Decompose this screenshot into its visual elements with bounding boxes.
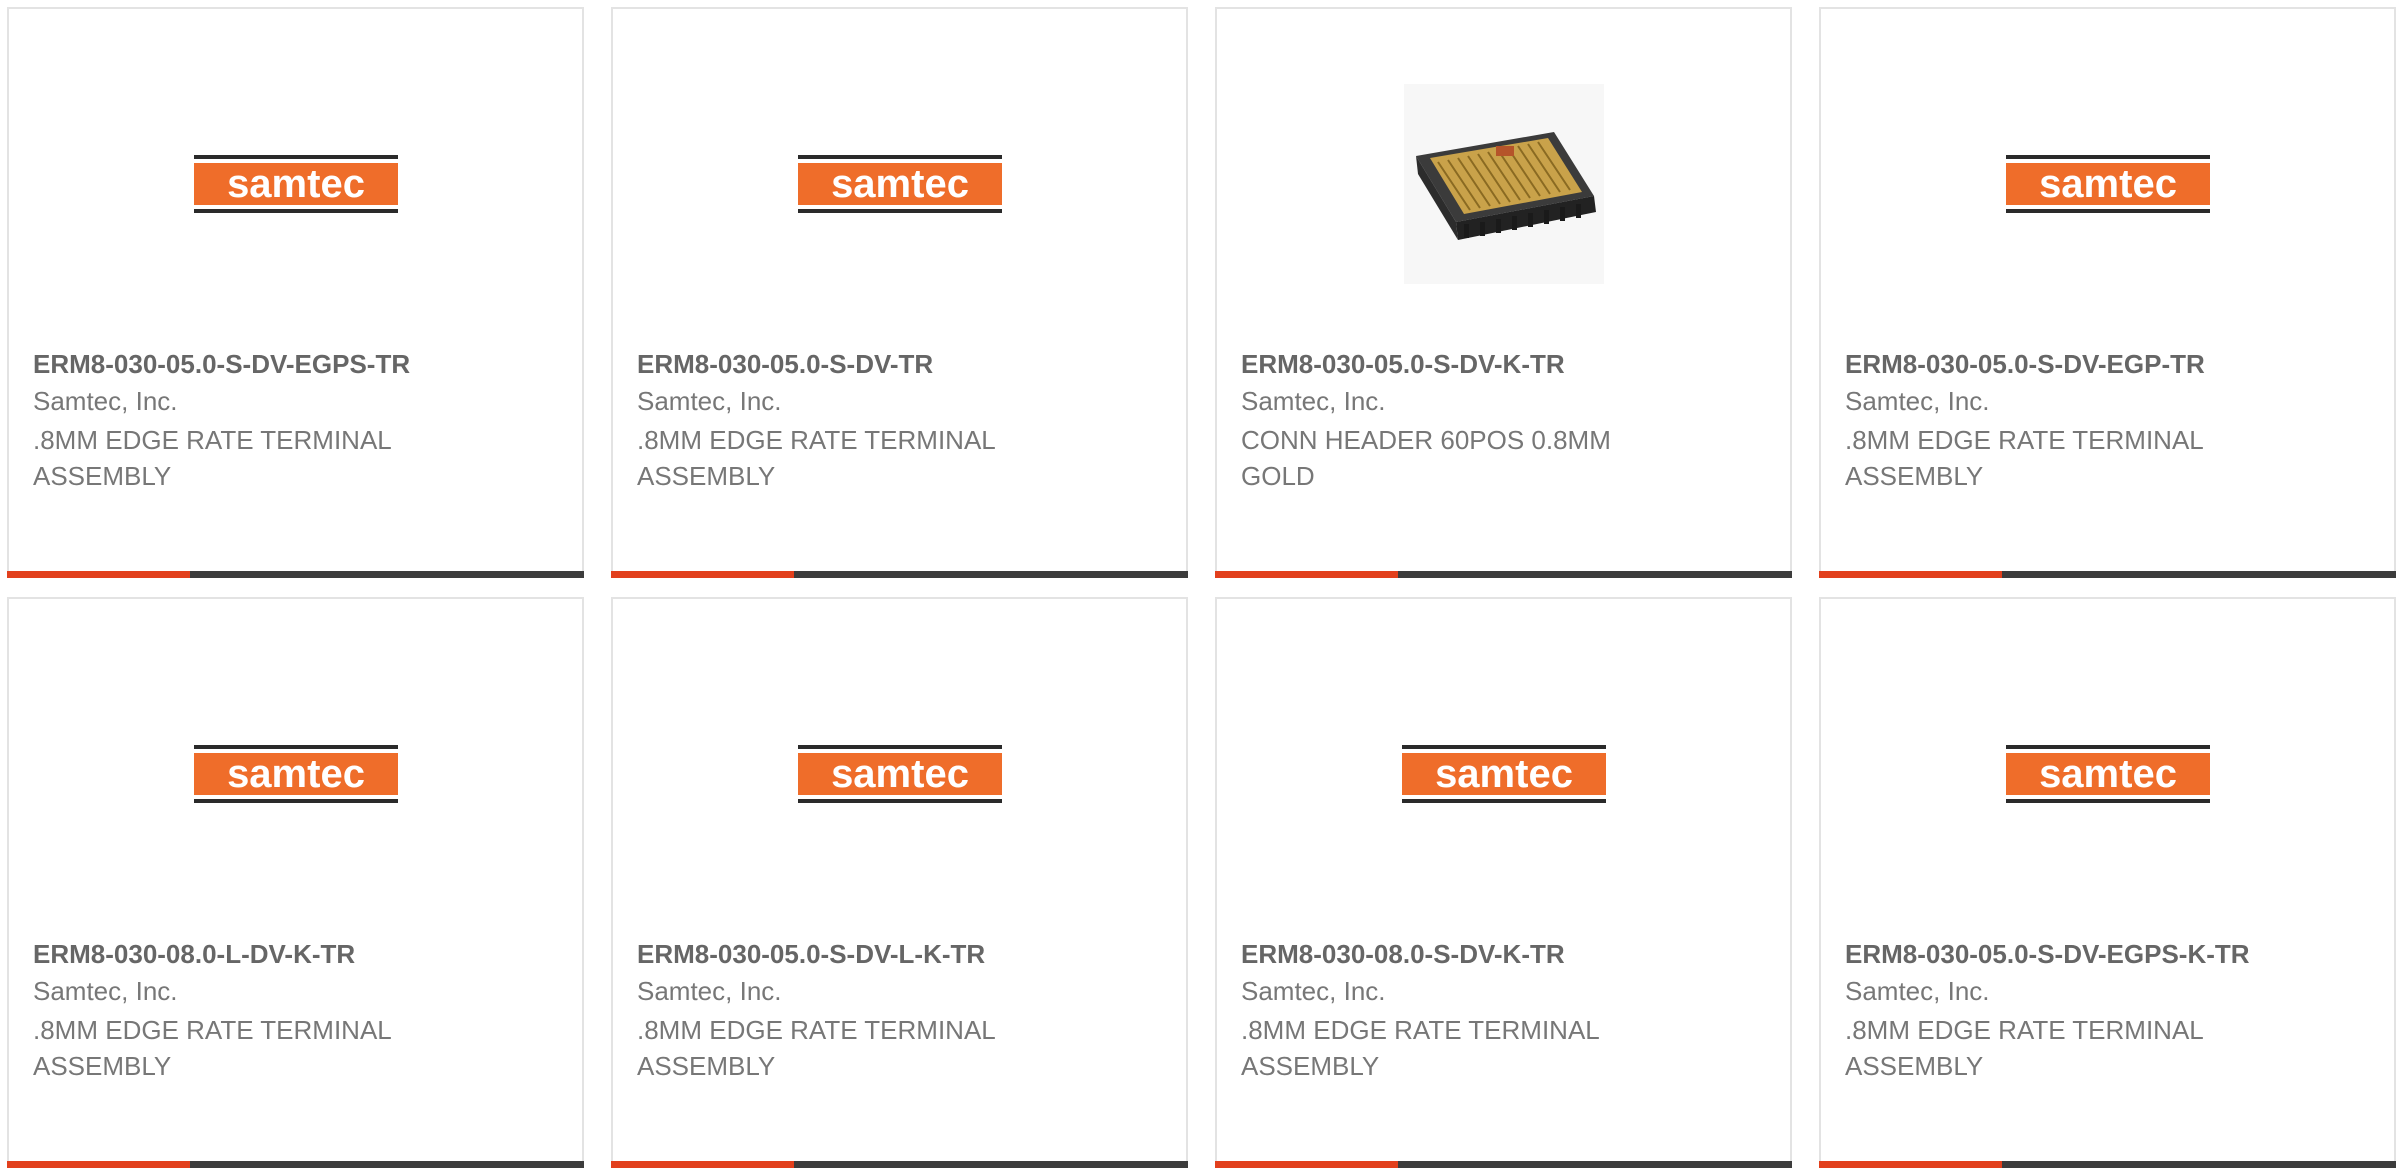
card-accent-segment — [7, 571, 190, 578]
card-accent-segment — [1215, 571, 1398, 578]
product-card[interactable]: samtec ERM8-030-05.0-S-DV-TR Samtec, Inc… — [611, 7, 1188, 578]
product-card[interactable]: samtec ERM8-030-05.0-S-DV-L-K-TR Samtec,… — [611, 597, 1188, 1168]
logo-wordmark: samtec — [2039, 162, 2177, 206]
product-image: samtec — [1821, 659, 2394, 889]
manufacturer: Samtec, Inc. — [637, 976, 782, 1006]
card-accent-bar — [1819, 571, 2396, 578]
logo-wordmark: samtec — [2039, 752, 2177, 796]
manufacturer: Samtec, Inc. — [1241, 386, 1386, 416]
part-number[interactable]: ERM8-030-05.0-S-DV-K-TR — [1241, 349, 1565, 380]
card-accent-segment — [1215, 1161, 1398, 1168]
product-image: samtec — [9, 69, 582, 299]
description: .8MM EDGE RATE TERMINAL ASSEMBLY — [637, 425, 995, 491]
samtec-logo: samtec — [2005, 155, 2210, 213]
card-accent-segment — [1819, 571, 2002, 578]
product-card[interactable]: samtec ERM8-030-05.0-S-DV-EGPS-K-TR Samt… — [1819, 597, 2396, 1168]
product-card[interactable]: samtec ERM8-030-08.0-S-DV-K-TR Samtec, I… — [1215, 597, 1792, 1168]
manufacturer: Samtec, Inc. — [33, 386, 178, 416]
manufacturer: Samtec, Inc. — [1241, 976, 1386, 1006]
product-card[interactable]: ERM8-030-05.0-S-DV-K-TR Samtec, Inc. CON… — [1215, 7, 1792, 578]
product-card[interactable]: samtec ERM8-030-05.0-S-DV-EGPS-TR Samtec… — [7, 7, 584, 578]
product-image: samtec — [1217, 659, 1790, 889]
product-image: samtec — [1821, 69, 2394, 299]
product-image: samtec — [613, 69, 1186, 299]
connector-photo — [1403, 84, 1604, 284]
description: .8MM EDGE RATE TERMINAL ASSEMBLY — [1845, 425, 2203, 491]
samtec-logo: samtec — [797, 155, 1002, 213]
part-number[interactable]: ERM8-030-05.0-S-DV-EGPS-TR — [33, 349, 410, 380]
samtec-logo: samtec — [193, 155, 398, 213]
description: .8MM EDGE RATE TERMINAL ASSEMBLY — [33, 1015, 391, 1081]
logo-wordmark: samtec — [1435, 752, 1573, 796]
manufacturer: Samtec, Inc. — [33, 976, 178, 1006]
card-accent-bar — [1215, 1161, 1792, 1168]
description: .8MM EDGE RATE TERMINAL ASSEMBLY — [33, 425, 391, 491]
samtec-logo: samtec — [2005, 745, 2210, 803]
logo-wordmark: samtec — [227, 752, 365, 796]
product-image: samtec — [613, 659, 1186, 889]
description: .8MM EDGE RATE TERMINAL ASSEMBLY — [637, 1015, 995, 1081]
part-number[interactable]: ERM8-030-08.0-L-DV-K-TR — [33, 939, 355, 970]
part-number[interactable]: ERM8-030-05.0-S-DV-TR — [637, 349, 933, 380]
samtec-logo: samtec — [1401, 745, 1606, 803]
description: .8MM EDGE RATE TERMINAL ASSEMBLY — [1241, 1015, 1599, 1081]
product-image — [1217, 69, 1790, 299]
logo-wordmark: samtec — [227, 162, 365, 206]
card-accent-bar — [1215, 571, 1792, 578]
card-accent-bar — [7, 571, 584, 578]
logo-wordmark: samtec — [831, 752, 969, 796]
description: CONN HEADER 60POS 0.8MM GOLD — [1241, 425, 1611, 491]
card-accent-bar — [611, 571, 1188, 578]
card-accent-bar — [7, 1161, 584, 1168]
card-accent-segment — [1819, 1161, 2002, 1168]
manufacturer: Samtec, Inc. — [1845, 386, 1990, 416]
logo-wordmark: samtec — [831, 162, 969, 206]
part-number[interactable]: ERM8-030-05.0-S-DV-EGPS-K-TR — [1845, 939, 2250, 970]
card-accent-segment — [611, 571, 794, 578]
card-accent-bar — [1819, 1161, 2396, 1168]
card-accent-bar — [611, 1161, 1188, 1168]
card-accent-segment — [7, 1161, 190, 1168]
part-number[interactable]: ERM8-030-08.0-S-DV-K-TR — [1241, 939, 1565, 970]
part-number[interactable]: ERM8-030-05.0-S-DV-L-K-TR — [637, 939, 985, 970]
samtec-logo: samtec — [797, 745, 1002, 803]
product-image: samtec — [9, 659, 582, 889]
samtec-logo: samtec — [193, 745, 398, 803]
product-card[interactable]: samtec ERM8-030-08.0-L-DV-K-TR Samtec, I… — [7, 597, 584, 1168]
description: .8MM EDGE RATE TERMINAL ASSEMBLY — [1845, 1015, 2203, 1081]
manufacturer: Samtec, Inc. — [1845, 976, 1990, 1006]
manufacturer: Samtec, Inc. — [637, 386, 782, 416]
card-accent-segment — [611, 1161, 794, 1168]
product-grid: samtec ERM8-030-05.0-S-DV-EGPS-TR Samtec… — [0, 0, 2400, 1168]
product-card[interactable]: samtec ERM8-030-05.0-S-DV-EGP-TR Samtec,… — [1819, 7, 2396, 578]
part-number[interactable]: ERM8-030-05.0-S-DV-EGP-TR — [1845, 349, 2205, 380]
